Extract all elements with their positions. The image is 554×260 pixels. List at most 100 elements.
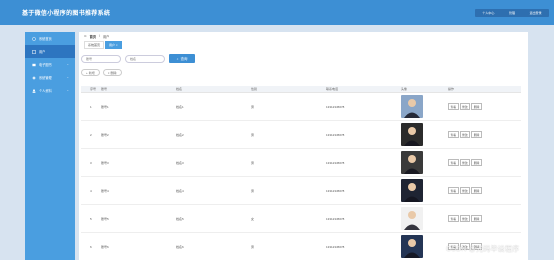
col-header-account: 账号	[101, 87, 108, 91]
sidebar-item-label: 用户	[39, 50, 46, 54]
account-search-input[interactable]	[81, 54, 121, 63]
add-button[interactable]: + 新增	[81, 69, 100, 76]
edit-button[interactable]: 修改	[459, 159, 471, 166]
col-header-index: 序号	[90, 87, 97, 91]
table-row: 2 账号2 姓名2 男 13312345678 查看 修改 删除	[81, 121, 521, 149]
delete-row-button[interactable]: 删除	[471, 159, 482, 166]
delete-row-button[interactable]: 删除	[471, 187, 482, 194]
sidebar-item-home[interactable]: 系统首页	[25, 32, 75, 45]
row-name: 姓名5	[176, 216, 184, 221]
row-account: 账号1	[101, 104, 109, 109]
search-bar: ⌕ 查询	[81, 54, 195, 63]
sidebar-item-system[interactable]: 系统管理 ⌄	[25, 71, 75, 84]
row-phone: 13312345678	[326, 216, 345, 221]
search-button-label: 查询	[180, 57, 188, 61]
row-avatar-cell	[401, 95, 448, 118]
user-table: 序号 账号 姓名 性别 联系电话 头像 操作 1 账号1 姓名1 男 133123456…	[81, 86, 521, 260]
row-account: 账号4	[101, 188, 109, 193]
name-search-input[interactable]	[125, 54, 165, 63]
row-index: 6	[90, 244, 92, 249]
row-index: 1	[90, 104, 92, 109]
row-account: 账号3	[101, 160, 109, 165]
breadcrumb-home-icon: ⊙	[84, 34, 87, 38]
plus-icon: +	[86, 70, 88, 75]
gear-icon	[32, 75, 36, 80]
col-header-phone: 联系电话	[326, 87, 339, 91]
delete-row-button[interactable]: 删除	[471, 215, 482, 222]
search-icon: ⌕	[176, 56, 179, 61]
row-avatar-cell	[401, 123, 448, 146]
action-bar: + 新增 × 删除	[81, 69, 122, 76]
col-header-avatar: 头像	[401, 87, 408, 91]
view-button[interactable]: 查看	[448, 131, 459, 138]
avatar	[401, 123, 423, 146]
header-user-menu: 个人中心 管理 退出登录	[475, 9, 549, 17]
view-button[interactable]: 查看	[448, 103, 459, 110]
delete-button[interactable]: × 删除	[102, 69, 122, 76]
row-index: 5	[90, 216, 92, 221]
sidebar-item-label: 电子图书	[39, 63, 52, 67]
chevron-down-icon: ⌄	[66, 75, 69, 79]
table-row: 5 账号5 姓名5 女 13312345678 查看 修改 删除	[81, 205, 521, 233]
row-gender: 男	[251, 132, 255, 137]
row-actions: 查看 修改 删除	[448, 103, 482, 110]
sidebar-item-label: 个人资料	[39, 89, 52, 93]
col-header-name: 姓名	[176, 87, 183, 91]
breadcrumb-current: 用户	[102, 35, 110, 39]
table-row: 1 账号1 姓名1 男 13312345678 查看 修改 删除	[81, 93, 521, 121]
col-header-gender: 性别	[251, 87, 258, 91]
row-name: 姓名4	[176, 188, 184, 193]
table-header: 序号 账号 姓名 性别 联系电话 头像 操作	[81, 86, 521, 93]
col-header-ops: 操作	[448, 87, 455, 91]
user-icon	[32, 49, 36, 54]
sidebar-item-label: 系统管理	[39, 76, 52, 80]
row-avatar-cell	[401, 207, 448, 230]
delete-row-button[interactable]: 删除	[471, 103, 482, 110]
tab-user[interactable]: 用户 ×	[105, 41, 122, 49]
sidebar-item-user[interactable]: 用户	[25, 45, 75, 58]
home-icon	[32, 36, 36, 41]
edit-button[interactable]: 修改	[459, 103, 471, 110]
search-button[interactable]: ⌕ 查询	[169, 54, 195, 63]
header-admin-link[interactable]: 管理	[509, 11, 515, 15]
header-logout-link[interactable]: 退出登录	[530, 11, 542, 15]
view-button[interactable]: 查看	[448, 159, 459, 166]
row-gender: 男	[251, 160, 255, 165]
row-actions: 查看 修改 删除	[448, 131, 482, 138]
edit-button[interactable]: 修改	[459, 131, 471, 138]
profile-icon	[32, 88, 36, 93]
avatar	[401, 207, 423, 230]
delete-row-button[interactable]: 删除	[471, 131, 482, 138]
row-avatar-cell	[401, 235, 448, 258]
breadcrumb: ⊙ 首页 / 用户	[84, 34, 109, 39]
avatar	[401, 95, 423, 118]
edit-button[interactable]: 修改	[459, 187, 471, 194]
delete-button-label: 删除	[110, 70, 117, 75]
tab-home[interactable]: 系统首页	[84, 41, 105, 49]
chevron-down-icon: ⌄	[66, 88, 69, 92]
watermark: CSDN @光码毕设程序	[446, 246, 520, 253]
view-button[interactable]: 查看	[448, 187, 459, 194]
app-title: 基于微信小程序的图书推荐系统	[22, 11, 111, 17]
sidebar-item-profile[interactable]: 个人资料 ⌄	[25, 84, 75, 97]
row-phone: 13312345678	[326, 244, 345, 249]
main-panel: ⊙ 首页 / 用户 系统首页 用户 × ⌕ 查询 + 新增 × 删除 序号 账号…	[79, 32, 528, 260]
row-name: 姓名1	[176, 104, 184, 109]
row-index: 2	[90, 132, 92, 137]
row-phone: 13312345678	[326, 188, 345, 193]
top-header: 基于微信小程序的图书推荐系统 个人中心 管理 退出登录	[0, 0, 554, 25]
header-profile-link[interactable]: 个人中心	[482, 11, 494, 15]
row-gender: 男	[251, 244, 255, 249]
row-actions: 查看 修改 删除	[448, 159, 482, 166]
view-button[interactable]: 查看	[448, 215, 459, 222]
avatar	[401, 151, 423, 174]
row-index: 3	[90, 160, 92, 165]
row-actions: 查看 修改 删除	[448, 215, 482, 222]
breadcrumb-home[interactable]: 首页	[90, 34, 96, 39]
edit-button[interactable]: 修改	[459, 215, 471, 222]
sidebar: 系统首页 用户 电子图书 ⌄ 系统管理 ⌄ 个人资料 ⌄	[25, 32, 75, 260]
avatar	[401, 235, 423, 258]
row-account: 账号2	[101, 132, 109, 137]
sidebar-item-ebook[interactable]: 电子图书 ⌄	[25, 58, 75, 71]
row-gender: 男	[251, 188, 255, 193]
